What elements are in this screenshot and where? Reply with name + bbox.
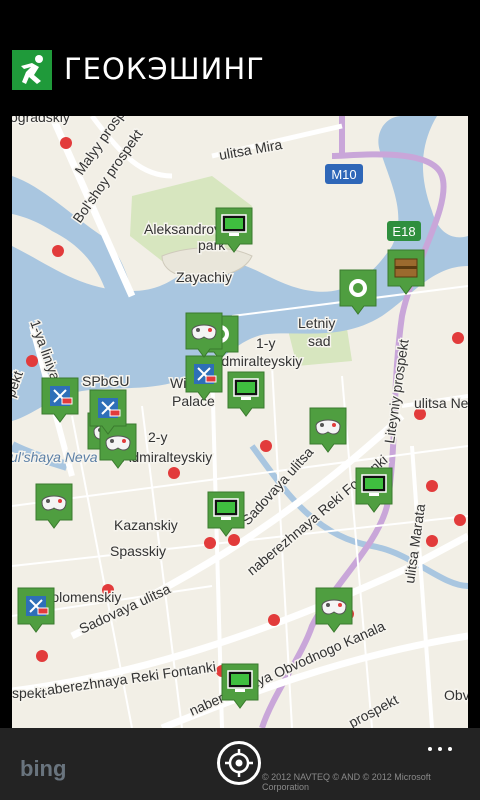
- more-icon[interactable]: [428, 736, 462, 751]
- locate-me-icon: [225, 749, 253, 777]
- map-label: Zayachiy: [176, 269, 232, 285]
- map-label: Letniy: [298, 315, 335, 331]
- map-label: ogradskiy: [12, 116, 70, 125]
- page-title: ГЕОКЭШИНГ: [64, 52, 265, 86]
- map-label: Palace: [172, 393, 215, 409]
- running-man-icon: [12, 50, 52, 90]
- shield-e18: E18: [387, 221, 421, 241]
- map-copyright: © 2012 NAVTEQ © AND © 2012 Microsoft Cor…: [262, 772, 431, 792]
- svg-text:M10: M10: [331, 167, 356, 182]
- map-label: sad: [308, 333, 331, 349]
- bing-logo: bing: [20, 756, 67, 781]
- app-header: ГЕОКЭШИНГ: [0, 0, 480, 116]
- shield-m10: M10: [325, 164, 363, 184]
- map-label: Obv: [444, 687, 468, 703]
- map-label: spekt: [12, 685, 46, 701]
- map-label: 2-y: [148, 429, 167, 445]
- map-view[interactable]: M10 E18 Malyy prospekt Bol'shoy prospekt…: [12, 116, 468, 728]
- map-label: Kazanskiy: [114, 517, 178, 533]
- locate-me-button[interactable]: [217, 741, 261, 785]
- map-label: Spasskiy: [110, 543, 166, 559]
- map-label: ulitsa Ne: [414, 395, 468, 411]
- map-label: ul'shaya Neva: [12, 449, 98, 465]
- map-label: Admiralteyskiy: [212, 353, 302, 369]
- svg-text:E18: E18: [392, 224, 415, 239]
- map-label: SPbGU: [82, 373, 129, 389]
- map-label: 1-y: [256, 335, 275, 351]
